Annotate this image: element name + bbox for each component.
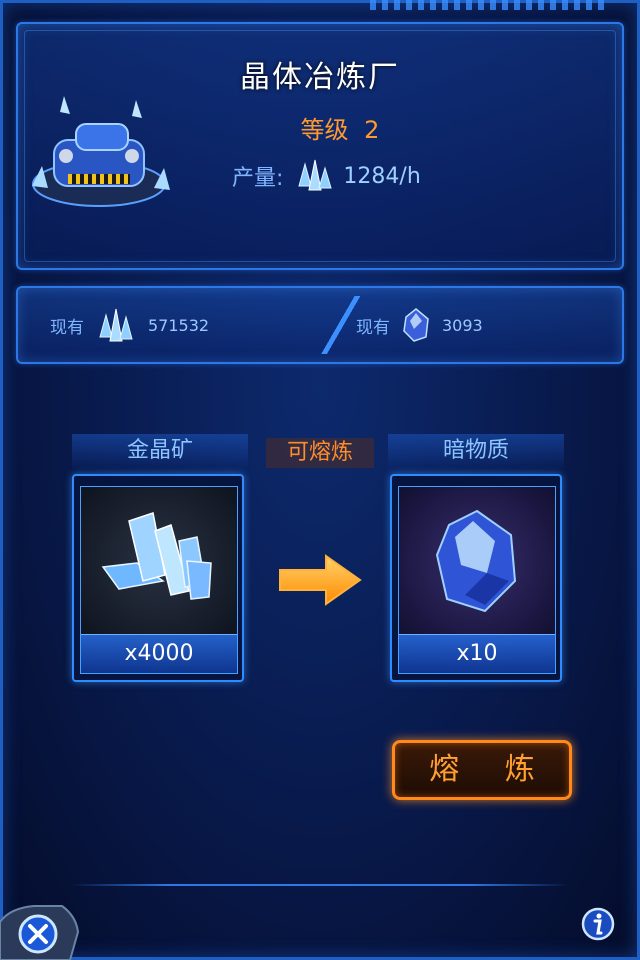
building-level: 等级 2 <box>0 110 640 145</box>
input-resource-card: x4000 <box>72 474 244 682</box>
building-title: 晶体冶炼厂 <box>240 60 400 95</box>
close-icon[interactable] <box>0 902 80 960</box>
crystal-stock-label: 现有 <box>50 317 84 338</box>
output-resource-card: x10 <box>390 474 562 682</box>
production-label: 产量: <box>232 166 284 191</box>
dark-matter-icon <box>435 509 517 613</box>
bottom-divider <box>70 884 570 886</box>
crystal-icon <box>298 159 333 191</box>
production-value: 1284/h <box>343 163 421 189</box>
smelt-status: 可熔炼 <box>266 438 374 468</box>
top-decoration <box>370 0 610 10</box>
output-resource-title: 暗物质 <box>388 434 564 468</box>
input-resource-slot: x4000 <box>80 486 238 674</box>
info-icon[interactable] <box>580 906 616 942</box>
output-resource-slot: x10 <box>398 486 556 674</box>
crystal-stock-value: 571532 <box>148 315 210 335</box>
input-quantity: x4000 <box>81 634 237 673</box>
dark-matter-stock-label: 现有 <box>356 317 390 338</box>
resource-bar: 现有 571532 现有 3093 <box>16 286 624 364</box>
level-value: 2 <box>364 116 380 144</box>
dark-matter-stock: 现有 3093 <box>356 288 483 362</box>
input-resource-title: 金晶矿 <box>72 434 248 468</box>
gold-crystal-icon <box>101 512 212 600</box>
crystal-stock: 现有 571532 <box>50 288 209 362</box>
level-label: 等级 <box>300 116 349 144</box>
dark-matter-icon <box>403 308 429 342</box>
crystal-icon <box>99 308 133 342</box>
dark-matter-stock-value: 3093 <box>442 315 483 335</box>
smelt-button[interactable]: 熔 炼 <box>392 740 572 800</box>
arrow-right-icon <box>279 554 362 606</box>
production-rate: 产量: 1284/h <box>232 154 421 198</box>
output-quantity: x10 <box>399 634 555 673</box>
